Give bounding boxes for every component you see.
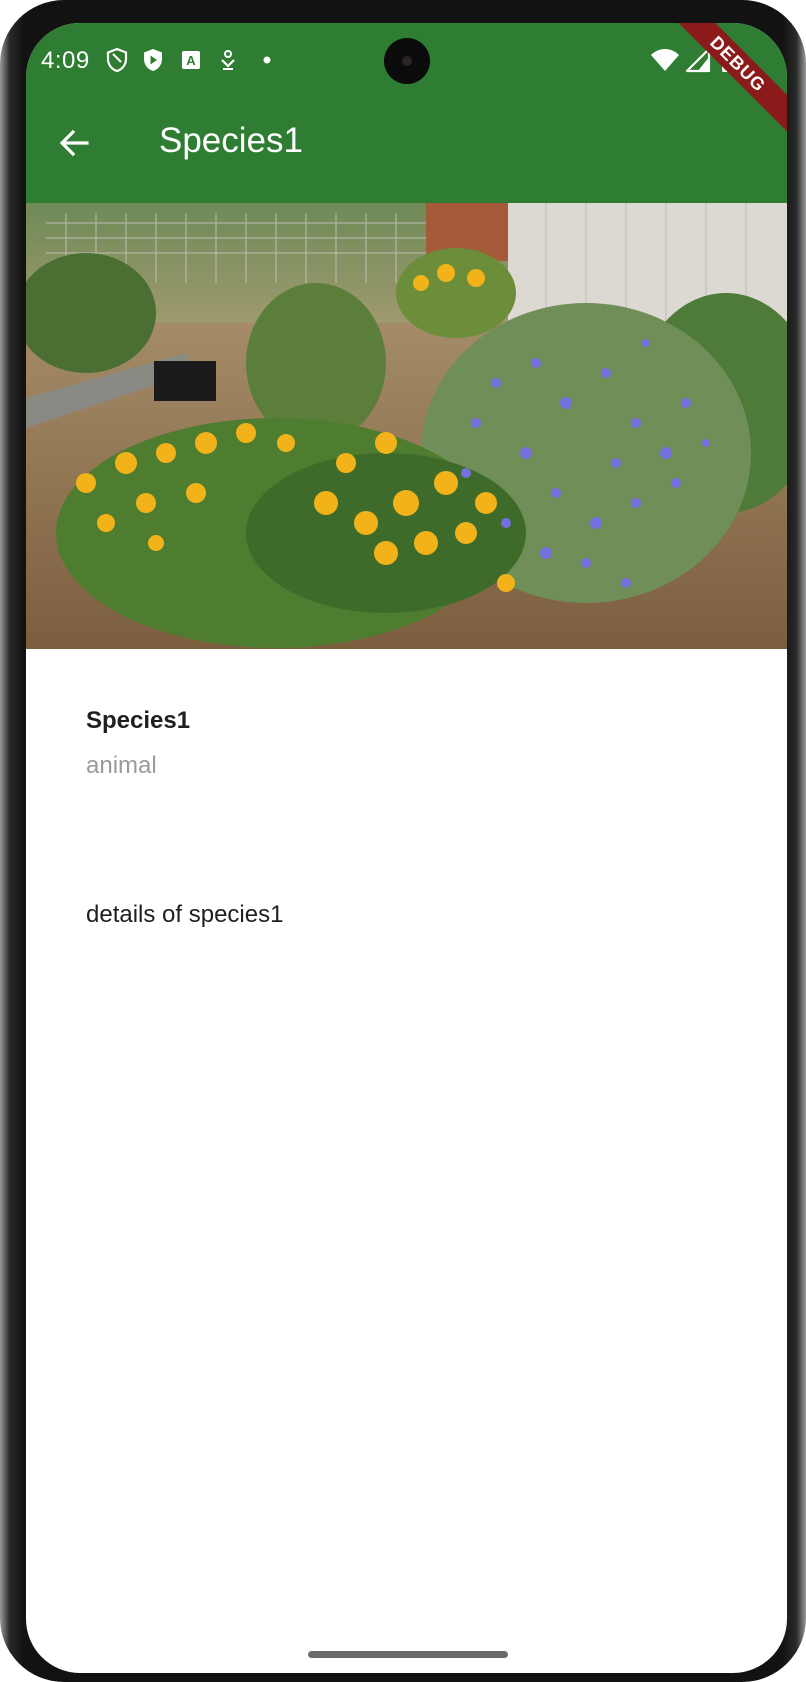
- dot-icon: [263, 56, 271, 64]
- app-bar: 4:09 A DEBUG Species1: [26, 23, 787, 203]
- species-name: Species1: [86, 707, 191, 734]
- shield-outline-icon: [106, 47, 128, 73]
- status-bar: 4:09 A: [26, 23, 787, 97]
- screen: 4:09 A DEBUG Species1 Species1 animal de…: [26, 23, 787, 1673]
- status-time: 4:09: [41, 47, 90, 74]
- species-kind: animal: [86, 752, 157, 779]
- wifi-icon: [651, 49, 679, 71]
- device-frame: 4:09 A DEBUG Species1 Species1 animal de…: [0, 0, 806, 1682]
- arrow-back-icon: [59, 129, 89, 157]
- home-indicator[interactable]: [308, 1651, 508, 1658]
- back-button[interactable]: [50, 119, 98, 167]
- download-icon: [221, 50, 235, 70]
- shield-play-icon: [144, 49, 162, 71]
- species-photo: [26, 203, 787, 649]
- translate-a-icon: A: [182, 51, 200, 69]
- page-title: Species1: [159, 121, 303, 160]
- species-details: details of species1: [86, 901, 284, 928]
- front-camera: [384, 38, 430, 84]
- svg-text:A: A: [186, 53, 196, 68]
